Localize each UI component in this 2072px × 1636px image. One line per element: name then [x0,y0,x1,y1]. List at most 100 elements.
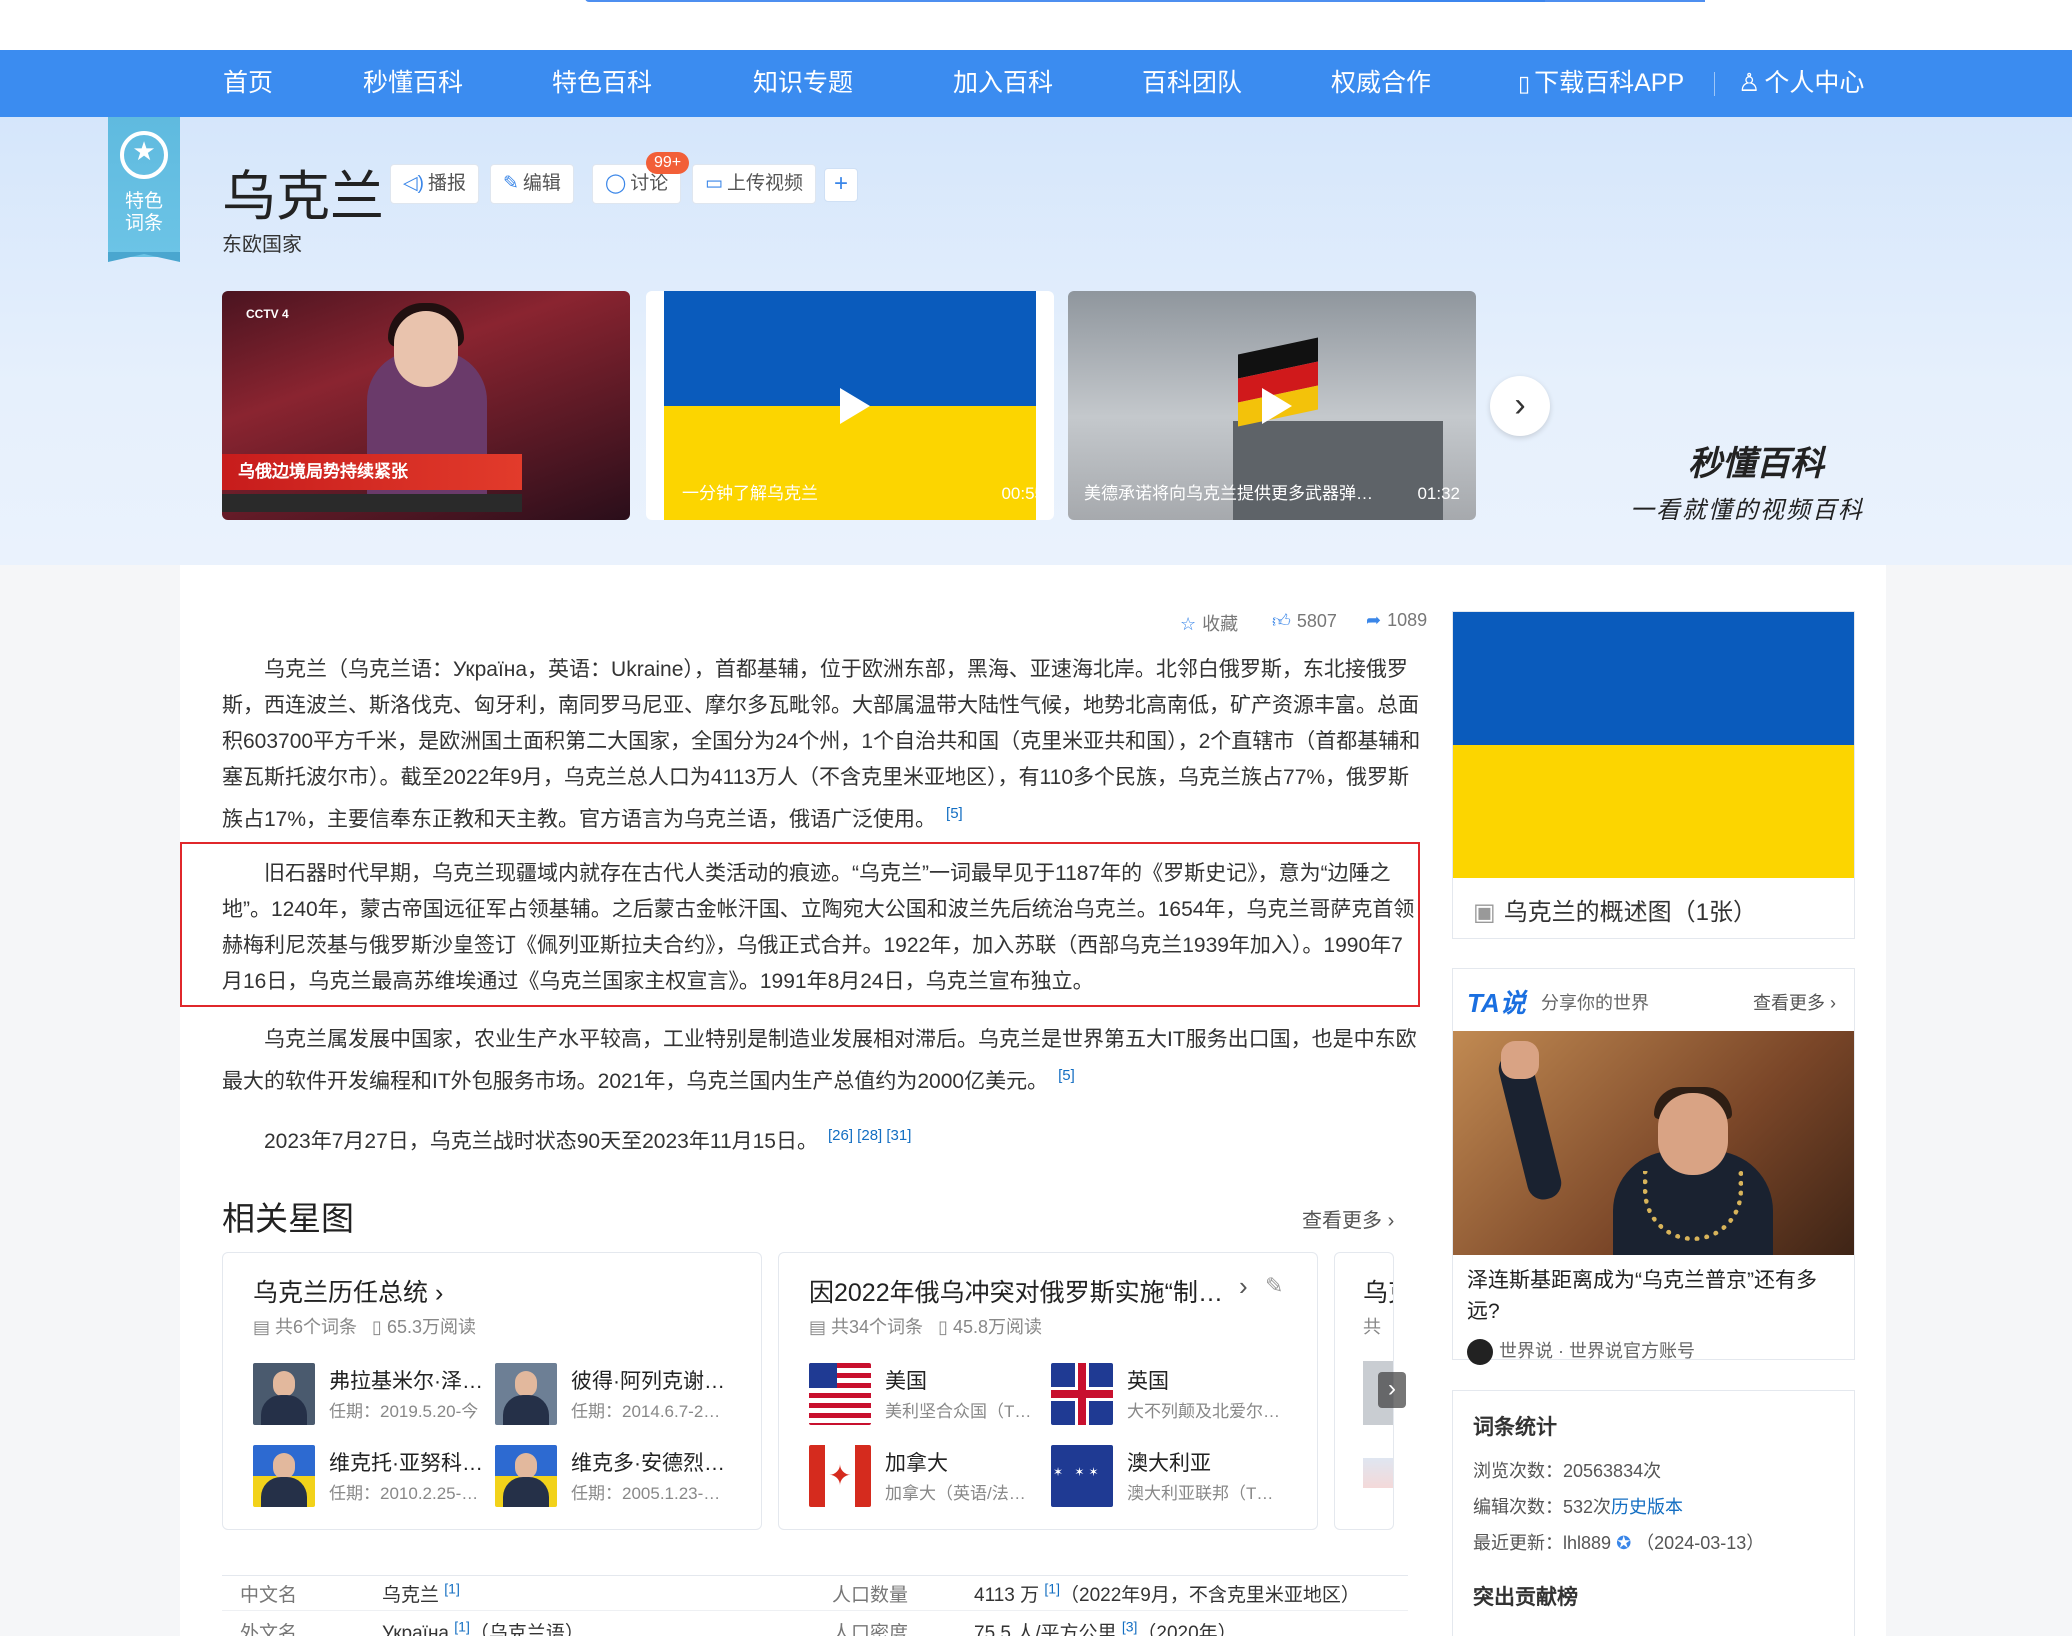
nav-item-topics[interactable]: 知识专题 [753,50,853,117]
edit-label: 编辑 [522,173,561,194]
share-button[interactable]: ➦ 1089 [1366,610,1427,631]
ta-shuo-author[interactable]: 世界说 · 世界说官方账号 [1467,1337,1695,1366]
citation[interactable]: [1] [444,1581,460,1597]
infobox-key-text: 人口密度 [832,1623,909,1636]
book-icon: ▯ [372,1317,387,1337]
infobox-divider [222,1610,1408,1611]
featured-ribbon: ★ 特色 词条 [108,117,180,257]
views-label: 浏览次数： [1473,1461,1563,1481]
list-item[interactable]: ✦ 加拿大 加拿大（英语/法… [809,1445,1039,1509]
read-count: 45.8万阅读 [952,1317,1043,1337]
related-heading: 相关星图 [222,1200,354,1237]
cctv-logo-icon: CCTV 4 [246,307,289,321]
citation[interactable]: [1] [1044,1581,1060,1597]
citation[interactable]: [1] [454,1619,470,1635]
video-card-2[interactable]: 一分钟了解乌克兰 00:55 [646,291,1054,520]
carousel-next-button[interactable]: › [1378,1372,1406,1408]
video-card-3[interactable]: 美德承诺将向乌克兰提供更多武器弹… 01:32 [1068,291,1476,520]
like-button[interactable]: 👍︎ 5807 [1272,610,1337,632]
miaodong-logo: 秒懂百科 [1688,445,1824,483]
chevron-right-icon[interactable]: › [1239,1271,1248,1302]
video-next-button[interactable]: › [1490,376,1550,436]
item-desc: 任期：2014.6.7-2… [571,1402,721,1421]
infobox-value-text: Україна [382,1623,450,1636]
nav-item-miaodong[interactable]: 秒懂百科 [363,50,463,117]
star-icon: ★ [132,136,156,166]
video-card-1[interactable]: CCTV 4 乌俄边境局势持续紧张 [222,291,630,520]
updated-row: 最近更新：lhl889 ✪ （2024-03-13） [1473,1529,1764,1555]
list-icon: ▤ [809,1317,832,1337]
related-more-link[interactable]: 查看更多 › [1302,1204,1394,1233]
search-secondary-button[interactable] [1550,0,1705,2]
overview-image-label[interactable]: ▣ 乌克兰的概述图（1张） [1473,892,1757,927]
list-item[interactable]: 维克托·亚努科… 任期：2010.2.25-… [253,1445,483,1509]
card-meta: ▤ 共6个词条 ▯ 65.3万阅读 [253,1313,476,1339]
item-name: 英国 [1127,1370,1169,1393]
infobox-key-text: 人口数量 [832,1585,909,1606]
miaodong-slogan: 一看就懂的视频百科 [1630,497,1864,524]
item-name: 弗拉基米尔·泽… [329,1370,483,1393]
citation[interactable]: [3] [1122,1619,1138,1635]
views-row: 浏览次数：20563834次 [1473,1457,1661,1483]
list-item[interactable]: 英国 大不列颠及北爱尔… [1051,1363,1281,1427]
anchor-head [394,311,458,387]
infobox-value-text: 4113 万 [974,1585,1040,1606]
video-caption-1: 乌俄边境局势持续紧张 [238,462,408,481]
stats-heading: 词条统计 [1473,1416,1557,1439]
nav-item-partners[interactable]: 权威合作 [1331,50,1431,117]
upload-video-button[interactable]: ▭ 上传视频 [692,164,816,204]
download-app-label: 下载百科APP [1534,69,1685,97]
citation[interactable]: [5] [946,805,963,822]
nav-item-join[interactable]: 加入百科 [953,50,1053,117]
nav-download-app[interactable]: ▯ 下载百科APP [1518,50,1684,117]
infobox-value-text: 75.5 人/平方公里 [974,1623,1117,1636]
plus-icon: + [833,170,848,197]
edit-pencil-icon[interactable]: ✎ [1265,1273,1283,1299]
infobox-value: 75.5 人/平方公里 [3]（2020年） [974,1618,1237,1636]
ta-shuo-headline[interactable]: 泽连斯基距离成为“乌克兰普京”还有多远? [1467,1265,1847,1327]
item-desc: 任期：2005.1.23-… [571,1484,721,1503]
author-name: 世界说 · 世界说官方账号 [1499,1341,1695,1361]
entry-title: 乌克兰 [222,167,384,227]
broadcast-button[interactable]: ◁) 播报 [390,164,479,204]
nav-item-home[interactable]: 首页 [223,50,273,117]
nav-item-team[interactable]: 百科团队 [1142,50,1242,117]
starmap-card-presidents[interactable]: 乌克兰历任总统 › ▤ 共6个词条 ▯ 65.3万阅读 弗拉基米尔·泽… 任期：… [222,1252,762,1530]
favorite-button[interactable]: ☆ 收藏 [1180,610,1238,636]
updated-user[interactable]: lhl889 [1563,1533,1611,1553]
nav-item-featured[interactable]: 特色百科 [552,50,652,117]
list-item[interactable]: 彼得·阿列克谢… 任期：2014.6.7-2… [495,1363,725,1427]
item-name: 加拿大 [885,1452,948,1475]
ta-shuo-photo[interactable] [1453,1031,1854,1255]
flag-yellow-stripe [1453,745,1854,878]
list-item[interactable]: ✶ ✶✶ 澳大利亚 澳大利亚联邦（T… [1051,1445,1281,1509]
infobox-divider [222,1575,1408,1576]
add-button[interactable]: + [824,168,858,202]
entry-subtitle: 东欧国家 [222,234,302,256]
card-title[interactable]: 因2022年俄乌冲突对俄罗斯实施“制… [809,1273,1249,1309]
user-badge-icon: ✪ [1616,1533,1632,1553]
list-item[interactable]: 维克多·安德烈… 任期：2005.1.23-… [495,1445,725,1509]
overview-image-card[interactable]: ▣ 乌克兰的概述图（1张） [1452,611,1855,939]
card-title[interactable]: 乌克兰历任总统 › [253,1273,443,1309]
starmap-card-sanctions[interactable]: 因2022年俄乌冲突对俄罗斯实施“制… › ✎ ▤ 共34个词条 ▯ 45.8万… [778,1252,1318,1530]
item-name: 澳大利亚 [1127,1452,1211,1475]
personal-center-label: 个人中心 [1764,69,1865,97]
infobox-key: 中文名 [240,1580,297,1607]
search-button[interactable] [1390,0,1545,2]
list-item[interactable]: 弗拉基米尔·泽… 任期：2019.5.20-今 [253,1363,483,1427]
summary-paragraph-1: 乌克兰（乌克兰语：Україна，英语：Ukraine），首都基辅，位于欧洲东部… [222,652,1422,838]
nav-personal-center[interactable]: ♙ 个人中心 [1738,50,1864,117]
comment-icon: ◯ [605,173,627,194]
history-link[interactable]: 历史版本 [1611,1497,1683,1517]
ta-shuo-more-link[interactable]: 查看更多 › [1753,989,1836,1015]
flag-blue-stripe [1453,612,1854,745]
item-name: 美国 [885,1370,927,1393]
edit-button[interactable]: ✎ 编辑 [490,164,574,204]
infobox-value: 4113 万 [1]（2022年9月，不含克里米亚地区） [974,1580,1360,1607]
citation[interactable]: [5] [1058,1067,1075,1084]
thumbs-up-icon: 👍︎ [1272,611,1291,631]
list-item[interactable]: 美国 美利坚合众国（T… [809,1363,1039,1427]
citation-group[interactable]: [26] [28] [31] [828,1127,911,1144]
top-strip [0,0,2072,50]
